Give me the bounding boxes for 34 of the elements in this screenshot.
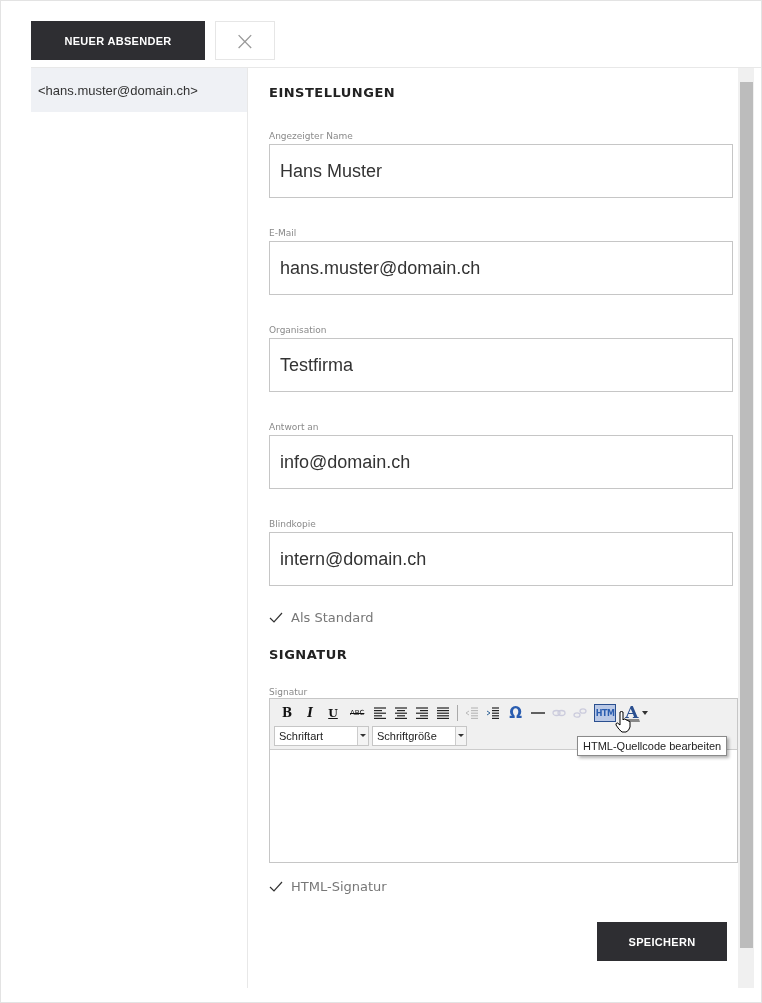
save-button[interactable]: SPEICHERN	[597, 922, 727, 961]
input-field[interactable]: info@domain.ch	[269, 435, 733, 489]
section-heading: SIGNATUR	[269, 647, 348, 662]
toolbar-button[interactable]: B	[279, 704, 295, 722]
scrollbar[interactable]	[738, 68, 754, 988]
toolbar-button[interactable]: I	[302, 704, 318, 722]
field-label: Angezeigter Name	[269, 131, 353, 141]
input-field[interactable]: intern@domain.ch	[269, 532, 733, 586]
checkbox-label[interactable]: Als Standard	[291, 610, 374, 625]
field-label: Antwort an	[269, 422, 319, 432]
align-right-icon[interactable]	[415, 706, 430, 720]
checkbox-label[interactable]: HTML-Signatur	[291, 879, 387, 894]
input-field[interactable]: Testfirma	[269, 338, 733, 392]
field-label: Signatur	[269, 687, 308, 697]
sidebar-item[interactable]: <hans.muster@domain.ch>	[31, 68, 247, 112]
checkbox[interactable]	[269, 880, 283, 893]
toolbar-button[interactable]: U	[325, 704, 341, 722]
tooltip: HTML-Quellcode bearbeiten	[577, 736, 728, 756]
field-label: E-Mail	[269, 228, 297, 238]
field-label: Blindkopie	[269, 519, 316, 529]
font-size-dropdown[interactable]: Schriftgröße	[372, 726, 467, 746]
input-field[interactable]: Hans Muster	[269, 144, 733, 198]
input-field[interactable]: hans.muster@domain.ch	[269, 241, 733, 295]
align-center-icon[interactable]	[394, 706, 409, 720]
field-label: Organisation	[269, 325, 327, 335]
font-dropdown[interactable]: Schriftart	[274, 726, 369, 746]
toolbar-button[interactable]: HTM	[594, 704, 617, 722]
align-justify-icon[interactable]	[436, 706, 451, 720]
indent-icon[interactable]	[486, 706, 501, 720]
section-heading: EINSTELLUNGEN	[269, 85, 396, 100]
new-sender-button[interactable]: NEUER ABSENDER	[31, 21, 205, 60]
align-left-icon[interactable]	[373, 706, 388, 720]
toolbar-button[interactable]: Ω	[507, 704, 525, 722]
checkbox[interactable]	[269, 611, 283, 624]
